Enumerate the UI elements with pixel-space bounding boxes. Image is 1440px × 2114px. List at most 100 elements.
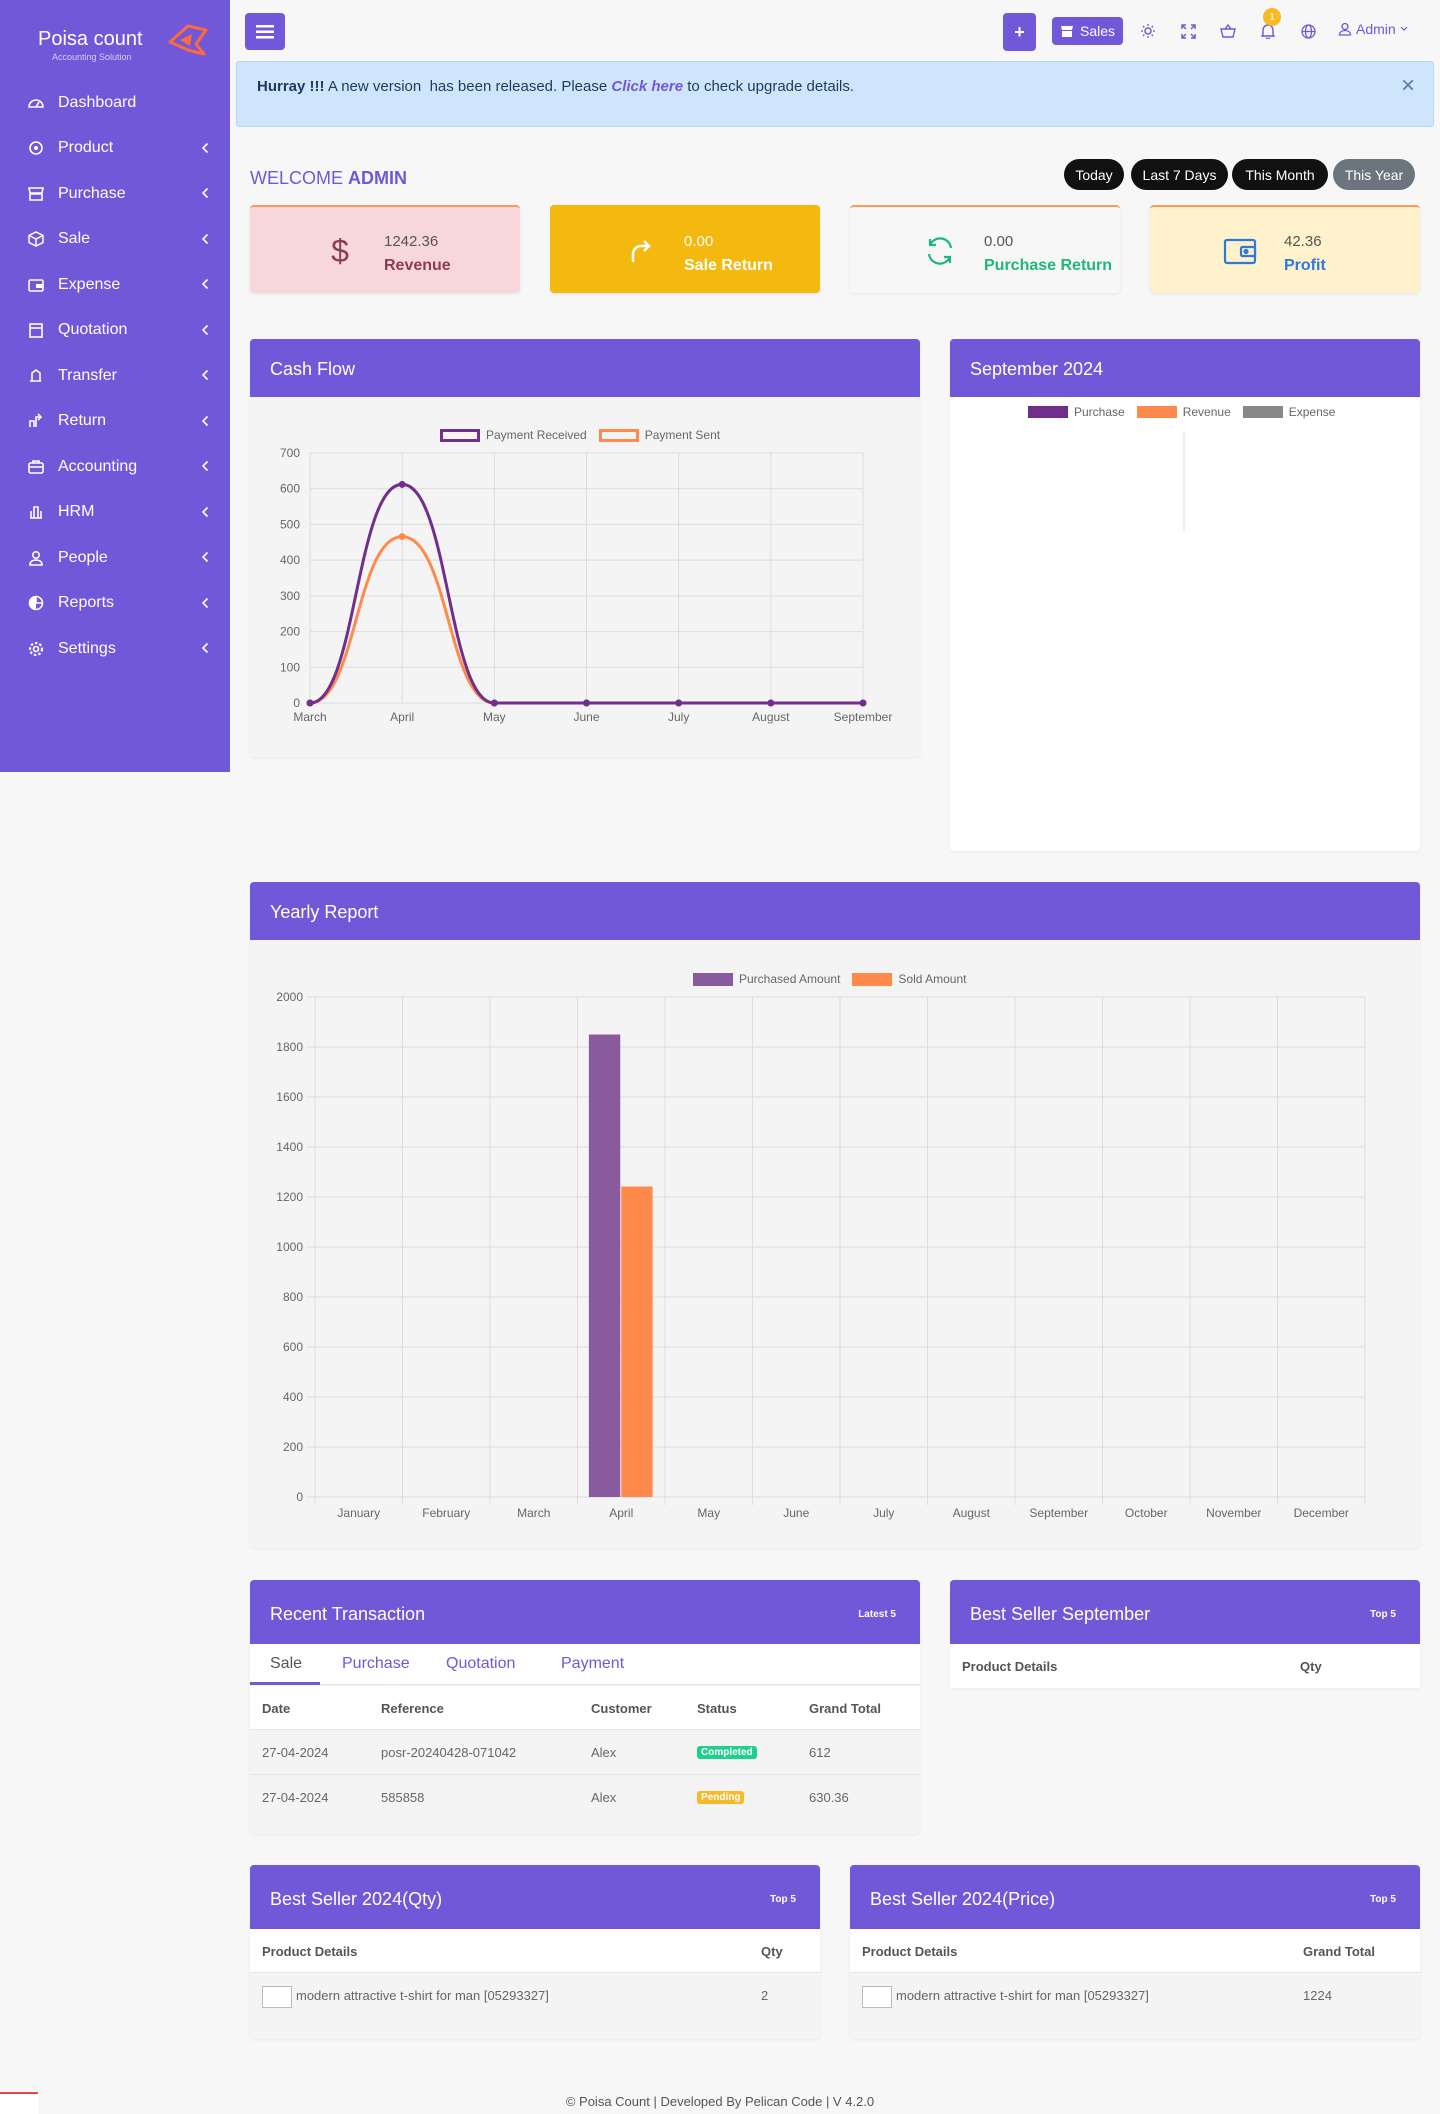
sidebar-item-label: People [58,548,108,566]
x-tick-label: January [337,1506,380,1520]
best-seller-month-table-header: Product Details Qty [950,1644,1420,1688]
pos-sales-button[interactable]: Sales [1052,17,1123,45]
sidebar-item-purchase[interactable]: Purchase [0,171,230,216]
refresh-icon [922,233,958,269]
row-reference: 585858 [381,1790,425,1805]
x-tick-label: April [609,1506,633,1520]
sidebar-item-people[interactable]: People [0,535,230,580]
user-menu[interactable]: Admin [1338,21,1408,37]
sidebar-item-quotation[interactable]: Quotation [0,308,230,353]
reports-icon [26,593,46,613]
period-this-month-button[interactable]: This Month [1232,159,1328,190]
table-row[interactable]: 27-04-2024 585858 Alex Pending 630.36 [250,1775,920,1820]
best-seller-price-panel: Best Seller 2024(Price) Top 5 Product Det… [850,1865,1420,2039]
alert-close-button[interactable]: × [1401,72,1415,100]
product-name: modern attractive t-shirt for man [05293… [296,1988,549,2003]
sidebar-item-label: Settings [58,639,116,657]
y-tick-label: 1000 [276,1240,303,1254]
x-tick-label: October [1125,1506,1168,1520]
sidebar-item-return[interactable]: Return [0,399,230,444]
y-tick-label: 400 [283,1390,303,1404]
footer-text: © Poisa Count | Developed By Pelican Cod… [565,2094,875,2109]
language-globe-icon[interactable] [1298,21,1318,41]
cash-flow-chart: 0 100 200 300 400 500 600 700 March April May June J… [280,446,892,724]
column-header: Qty [1300,1659,1322,1674]
product-grand-total: 1224 [1303,1988,1332,2003]
best-seller-qty-header: Best Seller 2024(Qty) Top 5 [250,1865,820,1929]
brightness-icon[interactable] [1138,21,1158,41]
tab-quotation[interactable]: Quotation [446,1655,515,1673]
x-tick-label: May [697,1506,720,1520]
legend-label: Purchase [1074,405,1125,419]
sidebar-item-product[interactable]: Product [0,126,230,171]
best-seller-price-header: Best Seller 2024(Price) Top 5 [850,1865,1420,1929]
sidebar-item-accounting[interactable]: Accounting [0,444,230,489]
period-last-7-days-button[interactable]: Last 7 Days [1131,159,1228,190]
best-seller-price-title: Best Seller 2024(Price) [870,1889,1056,1909]
wallet-icon [1222,233,1258,269]
brand-tagline: Accounting Solution [52,52,132,62]
month-summary-header: September 2024 [950,339,1420,397]
period-today-button[interactable]: Today [1064,159,1124,190]
column-header: Reference [381,1701,444,1716]
month-summary-title: September 2024 [970,359,1104,379]
x-tick-label: November [1206,1506,1261,1520]
pos-sales-label: Sales [1079,23,1116,39]
chevron-left-icon [198,321,212,339]
x-tick-label: March [293,710,326,724]
menu-toggle-button[interactable] [245,13,285,50]
sidebar-item-settings[interactable]: Settings [0,626,230,671]
people-icon [26,548,46,568]
row-grand-total: 630.36 [809,1790,849,1805]
sidebar-item-dashboard[interactable]: Dashboard [0,80,230,125]
row-reference: posr-20240428-071042 [381,1745,517,1760]
y-tick-label: 600 [283,1340,303,1354]
x-tick-label: February [422,1506,470,1520]
chevron-left-icon [198,184,212,202]
column-header: Product Details [862,1944,958,1959]
tab-sale[interactable]: Sale [270,1655,302,1673]
column-header: Grand Total [809,1701,881,1716]
basket-icon[interactable] [1218,21,1238,41]
bar-1 [621,1186,653,1497]
logo[interactable]: Poisa count Accounting Solution [0,0,230,70]
x-tick-label: June [573,710,599,724]
table-row[interactable]: modern attractive t-shirt for man [05293… [850,1973,1420,2019]
debug-bar-icon[interactable] [0,2092,38,2114]
data-point [583,699,590,707]
tab-purchase[interactable]: Purchase [342,1655,410,1673]
stat-label: Profit [1284,257,1326,274]
period-this-year-button[interactable]: This Year [1333,159,1415,190]
alert-text-after: to check upgrade details. [683,78,855,95]
sidebar-item-expense[interactable]: Expense [0,262,230,307]
sidebar-item-reports[interactable]: Reports [0,581,230,626]
legend-swatch [1028,406,1068,418]
alert-upgrade-link[interactable]: Click here [611,78,683,95]
status-badge: Pending [697,1791,745,1804]
bar-0 [588,1034,621,1497]
sidebar-item-label: Transfer [58,366,117,384]
sidebar-item-sale[interactable]: Sale [0,217,230,262]
welcome-prefix: WELCOME [250,168,349,188]
sidebar-item-label: Expense [58,275,121,293]
sidebar-item-hrm[interactable]: HRM [0,490,230,535]
sidebar-item-transfer[interactable]: Transfer [0,353,230,398]
x-tick-label: September [1029,1506,1088,1520]
brand-name: Poisa count [38,28,143,50]
sidebar-item-label: Dashboard [58,93,137,111]
add-button[interactable]: + [1003,13,1036,51]
y-tick-label: 2000 [276,990,303,1004]
x-tick-label: July [873,1506,894,1520]
table-row[interactable]: modern attractive t-shirt for man [05293… [250,1973,820,2019]
chevron-left-icon [198,594,212,612]
sidebar-item-label: HRM [58,503,95,520]
stat-card-purchase-return: 0.00 Purchase Return [850,205,1120,293]
table-row[interactable]: 27-04-2024 posr-20240428-071042 Alex Com… [250,1730,920,1775]
x-tick-label: December [1294,1506,1349,1520]
alert-strong: Hurray !!! [257,78,325,95]
x-tick-label: August [752,710,790,724]
tab-payment[interactable]: Payment [561,1655,624,1673]
product-qty: 2 [761,1988,769,2003]
fullscreen-icon[interactable] [1178,21,1198,41]
transaction-tabs: Sale Purchase Quotation Payment [250,1644,920,1685]
